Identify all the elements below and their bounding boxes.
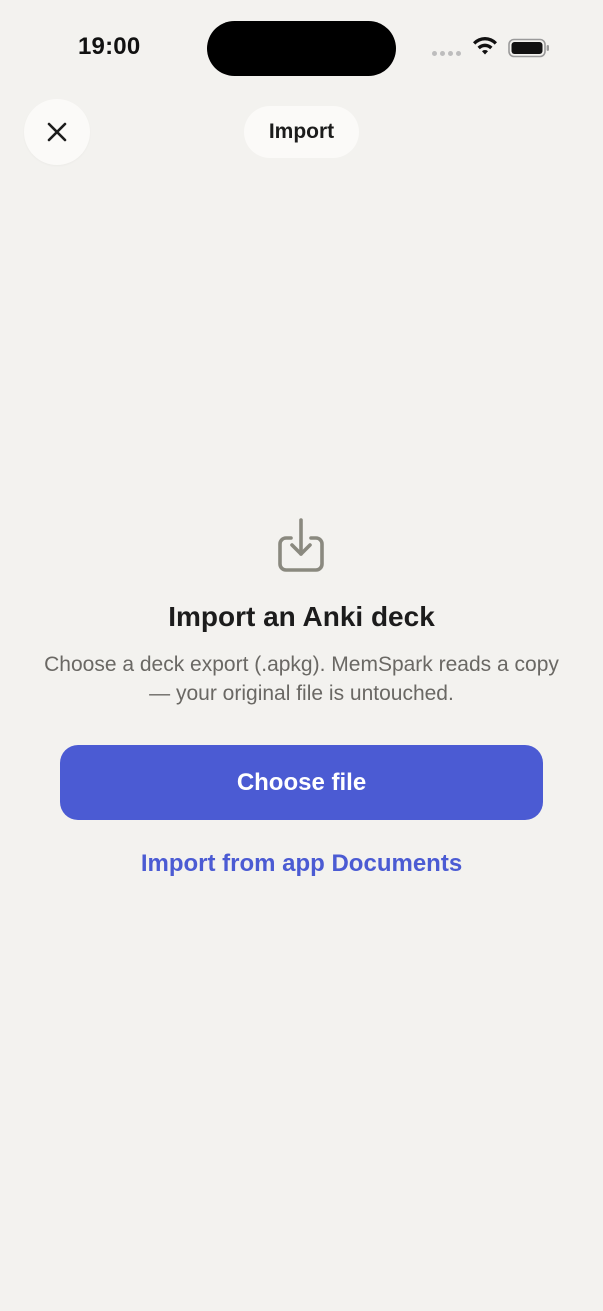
dynamic-island	[207, 21, 396, 76]
empty-state-heading: Import an Anki deck	[168, 601, 435, 632]
xmark-icon	[47, 122, 67, 142]
cellular-signal-icon	[432, 51, 461, 56]
choose-file-button[interactable]: Choose file	[60, 745, 543, 820]
tray-arrow-down-icon	[278, 518, 324, 572]
import-from-documents-link[interactable]: Import from app Documents	[0, 850, 603, 878]
wifi-icon	[473, 37, 497, 55]
close-button[interactable]	[24, 99, 90, 165]
battery-icon	[508, 38, 549, 58]
status-time: 19:00	[78, 33, 141, 60]
empty-state-description: Choose a deck export (.apkg). MemSpark r…	[44, 653, 559, 705]
page-title: Import	[244, 106, 359, 158]
